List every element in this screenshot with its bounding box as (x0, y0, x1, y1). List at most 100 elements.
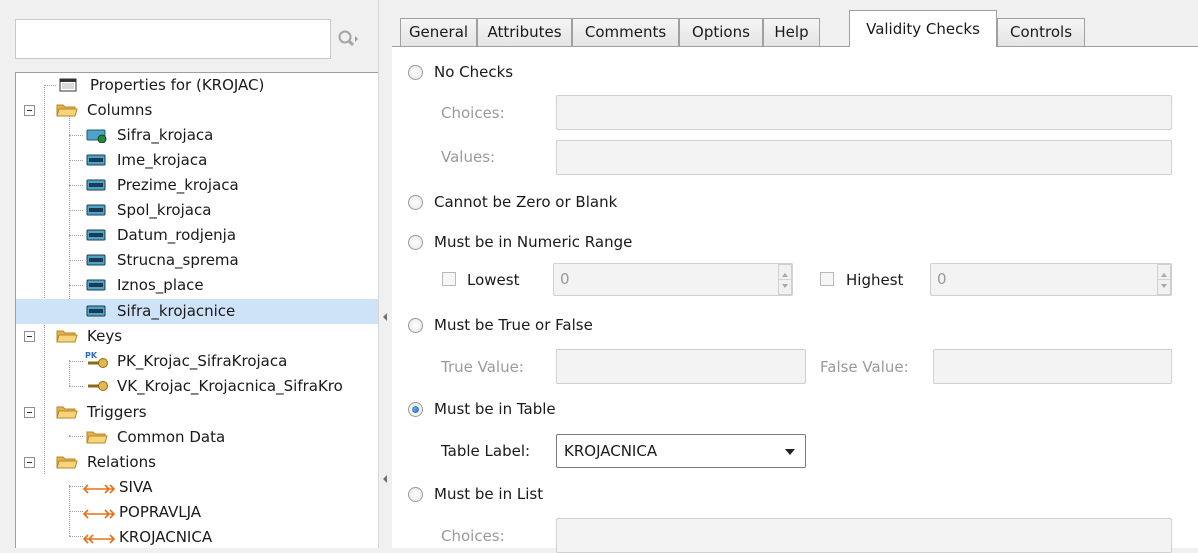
values-field[interactable] (556, 140, 1172, 175)
false-value-field[interactable] (933, 349, 1172, 384)
column-icon (86, 227, 108, 247)
folder-icon (56, 328, 78, 348)
chevron-down-icon (785, 449, 795, 455)
tree-label: Common Data (117, 428, 226, 446)
collapse-icon[interactable] (24, 407, 35, 418)
tree-item-properties[interactable]: Properties for (KROJAC) (16, 73, 378, 98)
in-list-label: Must be in List (434, 485, 544, 503)
choices-field[interactable] (556, 95, 1172, 130)
tab-validity-checks[interactable]: Validity Checks (849, 10, 997, 47)
relation-arrow-icon (82, 506, 116, 524)
tree-folder-keys[interactable]: Keys (16, 324, 378, 349)
tree-label: Keys (87, 327, 123, 345)
numeric-range-radio[interactable] (408, 235, 423, 250)
svg-text:PK: PK (85, 351, 98, 360)
tree-label: SIVA (119, 478, 153, 496)
collapse-icon[interactable] (24, 331, 35, 342)
search-icon[interactable] (336, 28, 360, 50)
tree-item-key[interactable]: VK_Krojac_Krojacnica_SifraKro (16, 374, 378, 399)
choices-label: Choices: (441, 104, 505, 122)
true-value-field[interactable] (556, 349, 806, 384)
no-checks-label: No Checks (434, 63, 514, 81)
key-icon (84, 378, 110, 398)
tree-item-column[interactable]: Datum_rodjenja (16, 223, 378, 248)
cannot-zero-radio[interactable] (408, 195, 423, 210)
true-false-label: Must be True or False (434, 316, 593, 334)
search-input[interactable] (15, 19, 331, 59)
highest-checkbox[interactable] (820, 272, 834, 286)
highest-spinner[interactable] (1157, 264, 1171, 295)
tree-folder-triggers[interactable]: Triggers (16, 400, 378, 425)
tree-label: Strucna_sprema (117, 251, 239, 269)
in-list-radio[interactable] (408, 487, 423, 502)
true-false-radio[interactable] (408, 318, 423, 333)
table-label-select[interactable]: KROJACNICA (556, 434, 806, 468)
tree-item-column-selected[interactable]: Sifra_krojacnice (16, 299, 378, 324)
tree-item-key[interactable]: PK PK_Krojac_SifraKrojaca (16, 349, 378, 374)
tab-general[interactable]: General (400, 18, 477, 46)
column-icon (86, 177, 108, 197)
tree-label: POPRAVLJA (119, 503, 202, 521)
lowest-checkbox[interactable] (442, 272, 456, 286)
left-panel: Properties for (KROJAC) Columns Sifra_kr… (0, 0, 378, 548)
false-value-label: False Value: (820, 358, 909, 376)
tree-label: Sifra_krojacnice (117, 302, 236, 320)
tree-label: Iznos_place (117, 276, 204, 294)
lowest-spinner[interactable] (778, 264, 792, 295)
collapse-icon[interactable] (24, 105, 35, 116)
true-value-label: True Value: (441, 358, 524, 376)
column-icon (86, 202, 108, 222)
tab-controls[interactable]: Controls (997, 18, 1085, 46)
tree-label: Ime_krojaca (117, 151, 208, 169)
tab-options[interactable]: Options (679, 18, 763, 46)
tree-label: Columns (87, 101, 153, 119)
highest-label: Highest (846, 271, 904, 289)
validity-checks-panel: No Checks Choices: Values: Cannot be Zer… (392, 47, 1198, 553)
lowest-input[interactable]: 0 (553, 263, 793, 296)
tree-item-trigger-folder[interactable]: Common Data (16, 425, 378, 450)
collapse-left-icon[interactable] (383, 313, 387, 321)
object-tree[interactable]: Properties for (KROJAC) Columns Sifra_kr… (15, 72, 378, 548)
tree-label: Properties for (KROJAC) (90, 76, 265, 94)
tree-item-column[interactable]: Sifra_krojaca (16, 123, 378, 148)
tree-item-column[interactable]: Ime_krojaca (16, 148, 378, 173)
table-label-value: KROJACNICA (564, 442, 658, 460)
pane-splitter[interactable] (378, 0, 392, 548)
table-label-caption: Table Label: (441, 442, 531, 460)
column-icon (86, 303, 108, 323)
folder-icon (56, 404, 78, 424)
in-table-label: Must be in Table (434, 400, 556, 418)
tree-item-column[interactable]: Strucna_sprema (16, 248, 378, 273)
tree-item-column[interactable]: Prezime_krojaca (16, 173, 378, 198)
tree-item-relation[interactable]: POPRAVLJA (16, 500, 378, 525)
tree-folder-relations[interactable]: Relations (16, 450, 378, 475)
tree-item-relation[interactable]: SIVA (16, 475, 378, 500)
tab-attributes[interactable]: Attributes (477, 18, 572, 46)
column-icon (86, 277, 108, 297)
relation-arrow-icon (82, 531, 116, 548)
tree-label: VK_Krojac_Krojacnica_SifraKro (117, 377, 343, 395)
highest-input[interactable]: 0 (930, 263, 1172, 296)
collapse-icon[interactable] (24, 457, 35, 468)
tree-item-column[interactable]: Iznos_place (16, 273, 378, 298)
folder-icon (56, 102, 78, 122)
tree-item-relation[interactable]: KROJACNICA (16, 525, 378, 548)
tab-bar: General Attributes Comments Options Help… (392, 0, 1198, 48)
in-table-radio[interactable] (408, 402, 423, 417)
numeric-range-label: Must be in Numeric Range (434, 233, 633, 251)
folder-icon (86, 429, 108, 449)
tree-label: Spol_krojaca (117, 201, 212, 219)
no-checks-radio[interactable] (408, 65, 423, 80)
values-label: Values: (441, 148, 496, 166)
properties-panel: General Attributes Comments Options Help… (392, 0, 1198, 553)
tree-label: PK_Krojac_SifraKrojaca (117, 352, 288, 370)
collapse-left-icon[interactable] (383, 475, 387, 483)
tree-label: Sifra_krojaca (117, 126, 214, 144)
tab-comments[interactable]: Comments (572, 18, 679, 46)
column-icon (86, 152, 108, 172)
tab-help[interactable]: Help (763, 18, 820, 46)
relation-arrow-icon (82, 481, 116, 499)
tree-folder-columns[interactable]: Columns (16, 98, 378, 123)
key-column-icon (86, 127, 108, 147)
tree-item-column[interactable]: Spol_krojaca (16, 198, 378, 223)
